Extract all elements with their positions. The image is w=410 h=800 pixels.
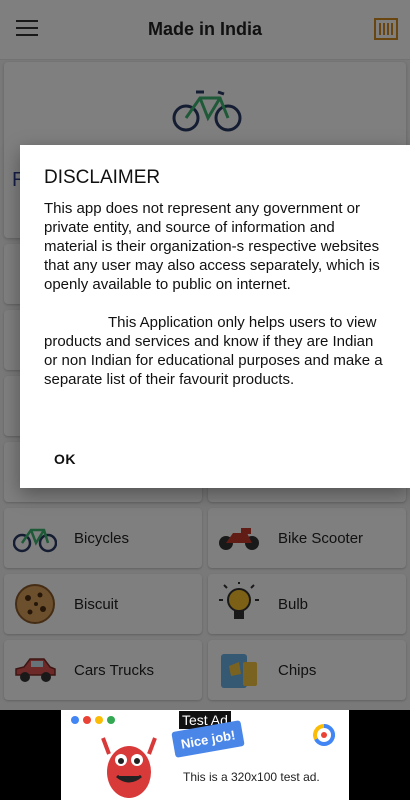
ad-banner-bar: Test Ad Nice job! This is a 320x100 test… [0, 710, 410, 800]
ok-button[interactable]: OK [44, 445, 86, 473]
dialog-title: DISCLAIMER [44, 167, 161, 188]
dialog-body: This app does not represent any governme… [44, 199, 386, 389]
disclaimer-dialog: DISCLAIMER This app does not represent a… [20, 145, 410, 488]
monster-mascot-icon [101, 737, 157, 798]
test-ad-banner[interactable]: Test Ad Nice job! This is a 320x100 test… [61, 710, 349, 800]
ad-text: This is a 320x100 test ad. [183, 770, 320, 784]
ad-dots-decoration [71, 716, 115, 724]
dialog-paragraph: This Application only helps users to vie… [44, 314, 383, 388]
ad-logo-icon [313, 724, 335, 746]
dialog-paragraph: This app does not represent any governme… [44, 200, 380, 293]
